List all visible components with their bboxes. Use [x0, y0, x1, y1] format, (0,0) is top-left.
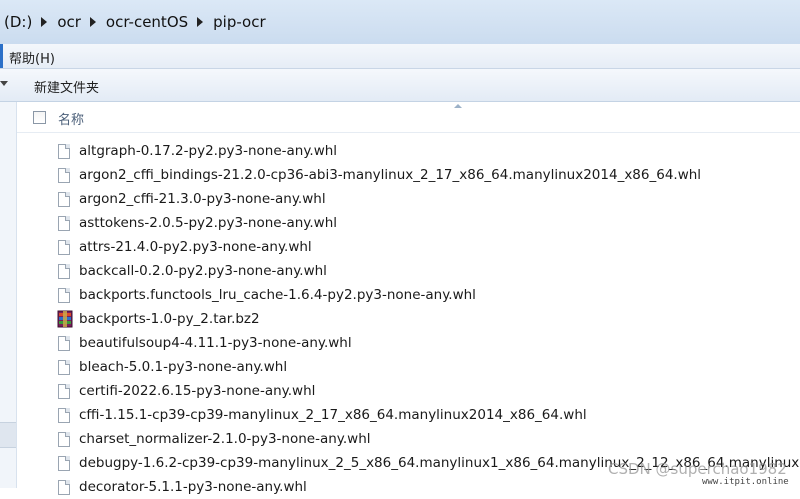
file-icon: [58, 360, 70, 375]
file-icon: [58, 408, 70, 423]
file-name[interactable]: bleach-5.0.1-py3-none-any.whl: [79, 359, 287, 375]
file-name[interactable]: argon2_cffi_bindings-21.2.0-cp36-abi3-ma…: [79, 167, 701, 183]
chevron-right-icon[interactable]: [41, 17, 48, 27]
file-icon: [58, 336, 70, 351]
toolbar: 新建文件夹: [0, 69, 800, 102]
menu-help[interactable]: 帮助(H): [9, 48, 55, 67]
file-row[interactable]: asttokens-2.0.5-py2.py3-none-any.whl: [17, 212, 800, 235]
sort-ascending-icon: [454, 104, 462, 108]
chevron-right-icon[interactable]: [197, 17, 204, 27]
select-all-checkbox[interactable]: [33, 111, 46, 124]
file-icon: [58, 264, 70, 279]
file-icon: [58, 384, 70, 399]
file-name[interactable]: attrs-21.4.0-py2.py3-none-any.whl: [79, 239, 312, 255]
file-name[interactable]: backcall-0.2.0-py2.py3-none-any.whl: [79, 263, 327, 279]
file-icon: [58, 456, 70, 471]
archive-icon: [57, 310, 73, 328]
file-row[interactable]: altgraph-0.17.2-py2.py3-none-any.whl: [17, 140, 800, 163]
file-row[interactable]: argon2_cffi-21.3.0-py3-none-any.whl: [17, 188, 800, 211]
file-row[interactable]: argon2_cffi_bindings-21.2.0-cp36-abi3-ma…: [17, 164, 800, 187]
menu-bar: 帮助(H): [0, 44, 800, 69]
chevron-right-icon[interactable]: [89, 17, 96, 27]
file-row[interactable]: backports-1.0-py_2.tar.bz2: [17, 308, 800, 331]
file-list[interactable]: altgraph-0.17.2-py2.py3-none-any.whl arg…: [17, 140, 800, 495]
file-name[interactable]: beautifulsoup4-4.11.1-py3-none-any.whl: [79, 335, 352, 351]
breadcrumb[interactable]: (D:) ocr ocr-centOS pip-ocr: [0, 7, 800, 37]
file-name[interactable]: decorator-5.1.1-py3-none-any.whl: [79, 479, 307, 495]
file-icon: [58, 216, 70, 231]
file-row[interactable]: bleach-5.0.1-py3-none-any.whl: [17, 356, 800, 379]
file-icon: [58, 432, 70, 447]
file-row[interactable]: beautifulsoup4-4.11.1-py3-none-any.whl: [17, 332, 800, 355]
file-name[interactable]: charset_normalizer-2.1.0-py3-none-any.wh…: [79, 431, 371, 447]
navigation-pane-selected-item[interactable]: [0, 422, 16, 448]
file-icon: [58, 144, 70, 159]
file-icon: [58, 192, 70, 207]
breadcrumb-item-ocr-centos[interactable]: ocr-centOS: [106, 13, 188, 31]
breadcrumb-item-ocr[interactable]: ocr: [57, 13, 81, 31]
column-header: 名称: [17, 102, 800, 133]
file-name[interactable]: backports.functools_lru_cache-1.6.4-py2.…: [79, 287, 476, 303]
file-icon: [58, 168, 70, 183]
file-row[interactable]: backports.functools_lru_cache-1.6.4-py2.…: [17, 284, 800, 307]
file-icon: [58, 288, 70, 303]
file-name[interactable]: certifi-2022.6.15-py3-none-any.whl: [79, 383, 315, 399]
breadcrumb-drive[interactable]: (D:): [4, 13, 32, 31]
chevron-down-icon[interactable]: [0, 81, 8, 86]
file-row[interactable]: certifi-2022.6.15-py3-none-any.whl: [17, 380, 800, 403]
file-name[interactable]: altgraph-0.17.2-py2.py3-none-any.whl: [79, 143, 337, 159]
file-name[interactable]: argon2_cffi-21.3.0-py3-none-any.whl: [79, 191, 326, 207]
address-bar[interactable]: (D:) ocr ocr-centOS pip-ocr: [0, 0, 800, 45]
file-name[interactable]: cffi-1.15.1-cp39-cp39-manylinux_2_17_x86…: [79, 407, 587, 423]
file-row[interactable]: charset_normalizer-2.1.0-py3-none-any.wh…: [17, 428, 800, 451]
menu-accent-bar: [0, 44, 3, 68]
file-name[interactable]: backports-1.0-py_2.tar.bz2: [79, 311, 260, 327]
new-folder-button[interactable]: 新建文件夹: [34, 77, 99, 96]
file-row[interactable]: cffi-1.15.1-cp39-cp39-manylinux_2_17_x86…: [17, 404, 800, 427]
file-row[interactable]: backcall-0.2.0-py2.py3-none-any.whl: [17, 260, 800, 283]
file-icon: [58, 240, 70, 255]
column-header-name[interactable]: 名称: [58, 109, 84, 128]
watermark-text: CSDN @superchao1982: [608, 460, 787, 478]
file-name[interactable]: asttokens-2.0.5-py2.py3-none-any.whl: [79, 215, 337, 231]
watermark-site: www.itpit.online: [702, 477, 789, 487]
breadcrumb-item-pip-ocr[interactable]: pip-ocr: [213, 13, 266, 31]
file-row[interactable]: attrs-21.4.0-py2.py3-none-any.whl: [17, 236, 800, 259]
